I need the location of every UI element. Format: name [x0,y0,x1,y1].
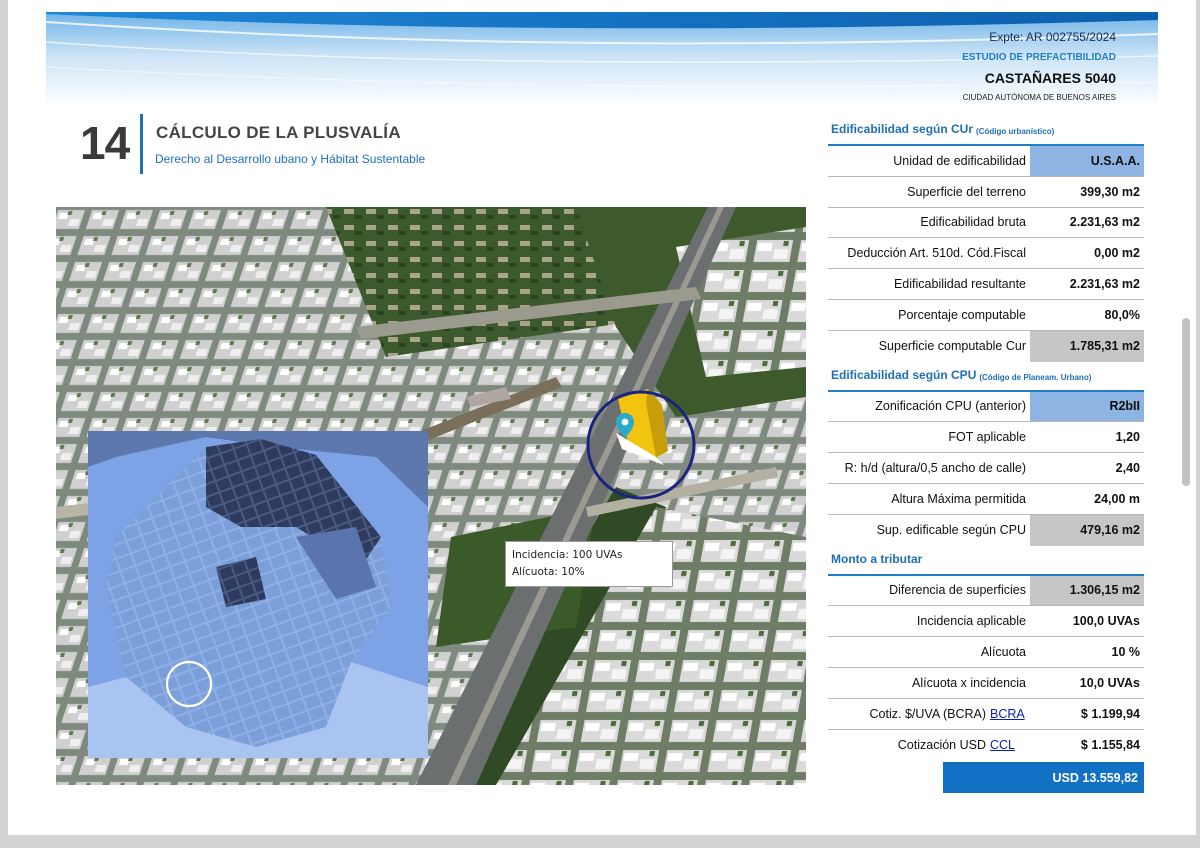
row-label: Edificabilidad resultante [893,277,1026,292]
row-label: Alícuota [980,645,1026,660]
table-row: Cotiz. $/UVA (BCRA) BCRA $ 1.199,94 [828,699,1144,730]
row-value: U.S.A.A. [1030,146,1144,176]
row-label: Deducción Art. 510d. Cód.Fiscal [847,246,1026,261]
document-type: ESTUDIO DE PREFACTIBILIDAD [962,52,1116,63]
table-row: Diferencia de superficies 1.306,15 m2 [828,575,1144,607]
row-label: Superficie computable Cur [878,339,1026,354]
property-address: CASTAÑARES 5040 [984,70,1116,86]
row-label: Unidad de edificabilidad [893,153,1026,168]
row-label: Superficie del terreno [907,184,1026,199]
cur-section-note: (Código urbanístico) [976,127,1055,136]
section-subtitle: Derecho al Desarrollo ubano y Hábitat Su… [155,152,426,166]
table-row: Incidencia aplicable 100,0 UVAs [828,606,1144,638]
table-row: Edificabilidad bruta 2.231,63 m2 [828,208,1144,239]
section-divider [140,114,143,174]
total-amount: USD 13.559,82 [943,762,1144,794]
table-row: Zonificación CPU (anterior) R2bII [828,391,1144,423]
row-label: R: h/d (altura/0,5 ancho de calle) [844,461,1026,476]
row-value: 1,20 [1115,430,1140,445]
row-value: $ 1.155,84 [1080,737,1140,752]
row-label: Cotiz. $/UVA (BCRA) [869,706,986,721]
monto-section-title: Monto a tributar [831,551,923,566]
row-label: Altura Máxima permitida [891,491,1026,506]
document-page: Expte: AR 002755/2024 ESTUDIO DE PREFACT… [8,0,1196,835]
row-label: Porcentaje computable [898,307,1026,322]
row-label: FOT aplicable [948,430,1026,445]
row-label: Diferencia de superficies [889,583,1026,598]
table-row: Edificabilidad resultante 2.231,63 m2 [828,269,1144,300]
callout-alicuota: Alícuota: 10% [512,566,585,578]
row-label: Alícuota x incidencia [912,675,1026,690]
row-value: 10 % [1111,645,1141,660]
cur-section-header: Edificabilidad según CUr (Código urbanís… [828,116,1144,146]
total-row: USD 13.559,82 [828,762,1144,794]
table-row: Alícuota x incidencia 10,0 UVAs [828,668,1144,699]
row-label: Sup. edificable según CPU [876,523,1026,538]
cpu-rows: Zonificación CPU (anterior) R2bII FOT apl… [828,391,1144,546]
table-row: Alícuota 10 % [828,637,1144,668]
section-number: 14 [80,117,130,169]
bcra-link[interactable]: BCRA [990,707,1030,721]
row-value: 10,0 UVAs [1079,675,1140,690]
row-label: Zonificación CPU (anterior) [875,399,1026,414]
ccl-link[interactable]: CCL [990,738,1030,752]
cur-section-title: Edificabilidad según CUr [831,122,974,136]
table-row: Deducción Art. 510d. Cód.Fiscal 0,00 m2 [828,238,1144,270]
row-value: 399,30 m2 [1080,184,1140,199]
plusvalia-table: Edificabilidad según CUr (Código urbanís… [828,116,1144,794]
cpu-section-header: Edificabilidad según CPU (Código de Plan… [828,362,1144,392]
row-value: 80,0% [1104,307,1140,322]
row-value: 0,00 m2 [1094,246,1140,261]
row-value: 2.231,63 m2 [1069,215,1140,230]
row-value: 1.306,15 m2 [1030,575,1144,606]
table-row: Porcentaje computable 80,0% [828,300,1144,331]
incidence-callout: Incidencia: 100 UVAs Alícuota: 10% [505,541,673,587]
row-label: Incidencia aplicable [916,614,1026,629]
row-value: 100,0 UVAs [1072,614,1140,629]
row-value: 1.785,31 m2 [1030,330,1144,362]
row-value: 479,16 m2 [1030,514,1144,546]
section-title: CÁLCULO DE LA PLUSVALÍA [156,123,401,142]
city-name: CIUDAD AUTÓNOMA DE BUENOS AIRES [962,93,1116,102]
row-label: Cotización USD [897,737,986,752]
scrollbar[interactable] [1182,318,1190,486]
table-row: Cotización USD CCL $ 1.155,84 [828,730,1144,761]
aerial-view-image: Incidencia: 100 UVAs Alícuota: 10% [56,207,806,785]
table-row: Superficie computable Cur 1.785,31 m2 [828,330,1144,362]
row-value: 2,40 [1115,461,1140,476]
cur-rows: Unidad de edificabilidad U.S.A.A. Superfi… [828,146,1144,362]
city-locator-map [88,431,428,758]
row-label: Edificabilidad bruta [920,215,1026,230]
monto-section-header: Monto a tributar [828,546,1144,576]
expediente-number: Expte: AR 002755/2024 [989,30,1116,44]
row-value: $ 1.199,94 [1080,706,1140,721]
row-value: 24,00 m [1094,491,1140,506]
monto-rows: Diferencia de superficies 1.306,15 m2 Inc… [828,575,1144,761]
row-value: R2bII [1030,391,1144,422]
table-row: Superficie del terreno 399,30 m2 [828,177,1144,208]
cpu-section-title: Edificabilidad según CPU [831,367,977,382]
row-value: 2.231,63 m2 [1069,277,1140,292]
header-banner: Expte: AR 002755/2024 ESTUDIO DE PREFACT… [46,12,1158,106]
table-row: R: h/d (altura/0,5 ancho de calle) 2,40 [828,453,1144,484]
table-row: Unidad de edificabilidad U.S.A.A. [828,146,1144,177]
table-row: FOT aplicable 1,20 [828,422,1144,454]
callout-incidencia: Incidencia: 100 UVAs [512,549,623,561]
table-row: Sup. edificable según CPU 479,16 m2 [828,514,1144,546]
cpu-section-note: (Código de Planeam. Urbano) [979,372,1092,382]
table-row: Altura Máxima permitida 24,00 m [828,484,1144,515]
